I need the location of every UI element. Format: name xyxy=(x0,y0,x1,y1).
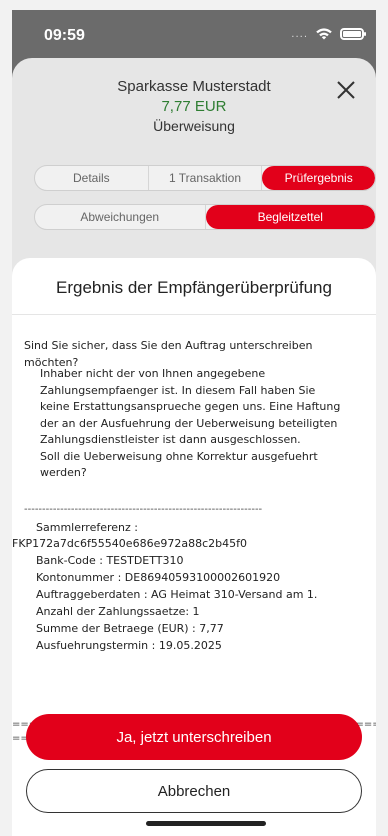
tab-pruefergebnis[interactable]: Prüfergebnis xyxy=(262,166,375,190)
result-tabs: Details 1 Transaktion Prüfergebnis xyxy=(34,165,376,191)
phone-screen: 09:59 .... Sparkasse Musterstadt 7,77 EU… xyxy=(0,0,388,836)
dash-separator: ----------------------------------------… xyxy=(24,504,263,515)
sammlerreferenz-value: FKP172a7dc6f55540e686e972a88c2b45f0 xyxy=(12,537,247,550)
bank-name: Sparkasse Musterstadt xyxy=(117,78,271,95)
paragraph-line: der an der Ausfuehrung der Ueberweisung … xyxy=(40,416,338,430)
detail-row: Ausfuehrungstermin : 19.05.2025 xyxy=(36,639,222,652)
cancel-button[interactable]: Abbrechen xyxy=(26,769,362,813)
divider xyxy=(12,314,376,315)
sheet-header: Sparkasse Musterstadt 7,77 EUR Überweisu… xyxy=(12,58,376,150)
tab-transaction[interactable]: 1 Transaktion xyxy=(149,166,263,190)
sammlerreferenz-label: Sammlerreferenz : xyxy=(36,521,138,534)
card-title: Ergebnis der Empfängerüberprüfung xyxy=(56,278,332,297)
battery-icon xyxy=(340,28,366,40)
paragraph-line: Zahlungsempfaenger ist. In diesem Fall h… xyxy=(40,383,316,397)
status-time: 09:59 xyxy=(44,27,85,44)
begleitzettel-text[interactable]: Sind Sie sicher, dass Sie den Auftrag un… xyxy=(12,324,376,694)
detail-tabs: Abweichungen Begleitzettel xyxy=(34,204,376,230)
paragraph-line: Soll die Ueberweisung ohne Korrektur aus… xyxy=(40,449,318,463)
signal-dots: .... xyxy=(291,28,308,40)
transfer-amount: 7,77 EUR xyxy=(161,98,227,115)
paragraph-line: Inhaber nicht der von Ihnen angegebene xyxy=(40,367,266,380)
sign-button[interactable]: Ja, jetzt unterschreiben xyxy=(26,714,362,760)
warning-paragraph: Inhaber nicht der von Ihnen angegebene Z… xyxy=(40,366,360,482)
status-bar: 09:59 .... xyxy=(12,10,376,60)
detail-row: Anzahl der Zahlungssaetze: 1 xyxy=(36,605,200,618)
detail-row: Kontonummer : DE86940593100002601920 xyxy=(36,571,281,584)
tab-begleitzettel[interactable]: Begleitzettel xyxy=(205,205,375,229)
detail-row: Bank-Code : TESTDETT310 xyxy=(36,554,184,567)
paragraph-line: keine Erstattungsansprueche gegen uns. E… xyxy=(40,400,341,413)
paragraph-line: Zahlungsdienstleister ist dann ausgeschl… xyxy=(40,433,301,446)
status-icons: .... xyxy=(291,27,366,41)
detail-row: Summe der Betraege (EUR) : 7,77 xyxy=(36,622,224,635)
wifi-icon xyxy=(316,28,332,40)
paragraph-line: werden? xyxy=(40,466,87,479)
transfer-sheet: Sparkasse Musterstadt 7,77 EUR Überweisu… xyxy=(12,58,376,836)
close-icon[interactable] xyxy=(334,78,358,102)
tab-details[interactable]: Details xyxy=(35,166,149,190)
transfer-type: Überweisung xyxy=(153,118,235,134)
home-indicator xyxy=(146,821,266,826)
tab-abweichungen[interactable]: Abweichungen xyxy=(35,205,206,229)
detail-row: Auftraggeberdaten : AG Heimat 310-Versan… xyxy=(36,588,318,601)
